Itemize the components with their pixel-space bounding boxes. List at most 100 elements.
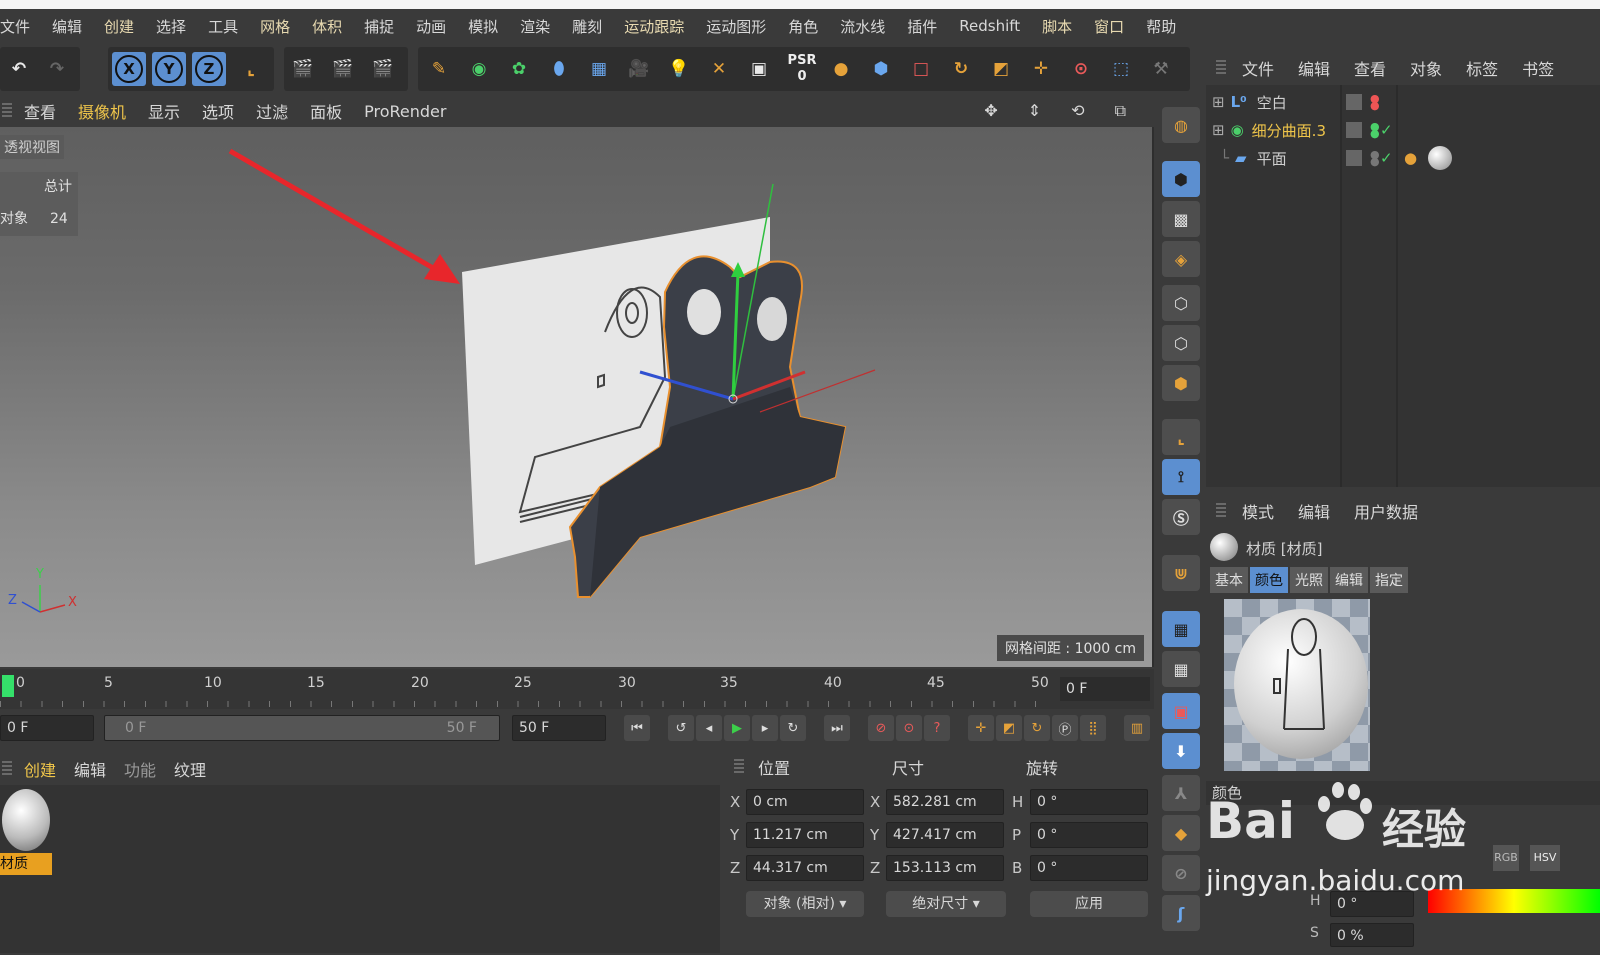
next-frame-icon[interactable]: ▸ (752, 715, 778, 741)
x-axis-lock-button[interactable]: X (112, 52, 146, 86)
import-icon[interactable]: ⬇ (1162, 733, 1200, 769)
light-icon[interactable]: 💡 (662, 52, 696, 86)
render-view-icon[interactable]: 🎬 (286, 52, 320, 86)
expand-icon[interactable]: ⊞ (1212, 121, 1225, 139)
xyz-swap-icon[interactable]: ● (824, 52, 858, 86)
snap-settings-icon[interactable]: ▦ (1162, 651, 1200, 687)
matmgr-menu-edit[interactable]: 编辑 (74, 757, 106, 781)
picture-viewer-icon[interactable]: ▣ (742, 52, 776, 86)
texture-mode-icon[interactable]: ▩ (1162, 201, 1200, 237)
hue-gradient-slider[interactable] (1428, 889, 1600, 913)
key-rotation-icon[interactable]: ↻ (1024, 715, 1050, 741)
coordinate-system-icon[interactable]: ⌞ (234, 52, 268, 86)
tweak-mode-icon[interactable]: ⟟ (1162, 459, 1200, 495)
menu-script[interactable]: 脚本 (1031, 16, 1083, 37)
key-position-icon[interactable]: ✛ (968, 715, 994, 741)
objmgr-menu-objects[interactable]: 对象 (1410, 56, 1442, 80)
workplane-icon[interactable]: ◈ (1162, 241, 1200, 277)
visibility-toggle-icon[interactable] (1346, 122, 1362, 138)
viewport-menu-options[interactable]: 选项 (202, 99, 234, 123)
apply-button[interactable]: 应用 (1030, 891, 1148, 917)
frame-range-slider[interactable]: 0 F 50 F (104, 715, 500, 741)
material-tool-icon[interactable]: ◆ (1162, 815, 1200, 851)
layer-icon[interactable]: ▣ (1162, 693, 1200, 729)
menu-sculpt[interactable]: 雕刻 (561, 16, 613, 37)
objmgr-menu-bookmarks[interactable]: 书签 (1522, 56, 1554, 80)
disabled-tool-icon[interactable]: ⚒ (1144, 52, 1178, 86)
size-mode-dropdown[interactable]: 绝对尺寸 ▾ (886, 891, 1006, 917)
collapse-icon[interactable]: ✕ (702, 52, 736, 86)
edges-mode-icon[interactable]: ⬡ (1162, 325, 1200, 361)
current-frame-field[interactable]: 0 F (1060, 677, 1150, 701)
menu-plugins[interactable]: 插件 (896, 16, 948, 37)
viewport-menu-prorender[interactable]: ProRender (364, 102, 446, 121)
menu-edit[interactable]: 编辑 (41, 16, 93, 37)
enabled-check-icon[interactable]: ✓ (1380, 149, 1393, 167)
key-scale-icon[interactable]: ◩ (996, 715, 1022, 741)
visibility-dots-icon[interactable]: ● ● (1370, 121, 1380, 139)
disabled-circle-icon[interactable]: ⊘ (1162, 855, 1200, 891)
render-settings-icon[interactable]: 🎬 (366, 52, 400, 86)
start-frame-field[interactable]: 0 F (0, 715, 94, 741)
points-mode-icon[interactable]: ⬡ (1162, 285, 1200, 321)
z-axis-lock-button[interactable]: Z (192, 52, 226, 86)
rotate-icon[interactable]: ↻ (944, 52, 978, 86)
menu-render[interactable]: 渲染 (509, 16, 561, 37)
pos-x-field[interactable]: 0 cm (746, 789, 864, 815)
menu-mograph[interactable]: 运动图形 (695, 16, 777, 37)
autokey-icon[interactable]: ⊙ (896, 715, 922, 741)
undo-icon[interactable]: ↶ (2, 52, 36, 86)
visibility-toggle-icon[interactable] (1346, 150, 1362, 166)
previous-frame-icon[interactable]: ◂ (696, 715, 722, 741)
perspective-viewport[interactable]: Y Z X 透视视图 总计 对象 24 网格间距 : 1000 cm (0, 127, 1154, 667)
tab-editor[interactable]: 编辑 (1330, 567, 1368, 593)
key-pla-icon[interactable]: ⣿ (1080, 715, 1106, 741)
object-name[interactable]: 空白 (1257, 92, 1287, 113)
goto-start-icon[interactable]: ⏮ (624, 715, 650, 741)
cloner-icon[interactable]: ✿ (502, 52, 536, 86)
viewport-menu-view[interactable]: 查看 (24, 99, 56, 123)
menu-select[interactable]: 选择 (145, 16, 197, 37)
menu-tools[interactable]: 工具 (197, 16, 249, 37)
snap-icon[interactable]: ⋓ (1162, 555, 1200, 591)
viewport-menu-camera[interactable]: 摄像机 (78, 99, 126, 123)
play-icon[interactable]: ▶ (724, 715, 750, 741)
pen-icon[interactable]: ✎ (422, 52, 456, 86)
matmgr-menu-function[interactable]: 功能 (124, 757, 156, 781)
rot-p-field[interactable]: 0 ° (1030, 822, 1148, 848)
object-name[interactable]: 平面 (1257, 148, 1287, 169)
menu-create[interactable]: 创建 (93, 16, 145, 37)
keyframe-selection-icon[interactable]: ? (924, 715, 950, 741)
menu-help[interactable]: 帮助 (1135, 16, 1187, 37)
selection-icon[interactable]: □ (904, 52, 938, 86)
viewport-pan-icon[interactable]: ✥ (984, 101, 997, 121)
cube-icon[interactable]: ⬢ (864, 52, 898, 86)
render-picture-viewer-icon[interactable]: 🎬 (326, 52, 360, 86)
attrmgr-menu-mode[interactable]: 模式 (1242, 499, 1274, 523)
size-x-field[interactable]: 582.281 cm (886, 789, 1004, 815)
saturation-field[interactable]: 0 % (1330, 923, 1414, 947)
timeline-ruler[interactable]: 0 5 10 15 20 25 30 35 40 45 50 0 F (0, 669, 1154, 709)
menu-volume[interactable]: 体积 (301, 16, 353, 37)
menu-window[interactable]: 窗口 (1083, 16, 1135, 37)
objmgr-menu-view[interactable]: 查看 (1354, 56, 1386, 80)
material-swatch-label[interactable]: 材质 (0, 853, 52, 875)
visibility-dots-icon[interactable]: ● ● (1370, 149, 1380, 167)
attrmgr-menu-userdata[interactable]: 用户数据 (1354, 499, 1418, 523)
tab-illumination[interactable]: 光照 (1290, 567, 1328, 593)
tab-assign[interactable]: 指定 (1370, 567, 1408, 593)
object-row-plane[interactable]: └ ▰ 平面 ● ● ✓ ● (1206, 144, 1600, 172)
move-icon[interactable]: ✛ (1024, 52, 1058, 86)
camera-icon[interactable]: 🎥 (622, 52, 656, 86)
hsv-mode-button[interactable]: HSV (1530, 845, 1560, 871)
solo-mode-icon[interactable]: Ⓢ (1162, 499, 1200, 535)
menu-file[interactable]: 文件 (0, 16, 41, 37)
rot-h-field[interactable]: 0 ° (1030, 789, 1148, 815)
render-preview-icon[interactable]: ◍ (1162, 107, 1200, 143)
menu-animate[interactable]: 动画 (405, 16, 457, 37)
rect-select-icon[interactable]: ⬚ (1104, 52, 1138, 86)
viewport-menu-panel[interactable]: 面板 (310, 99, 342, 123)
tab-basic[interactable]: 基本 (1210, 567, 1248, 593)
expand-icon[interactable]: ⊞ (1212, 93, 1225, 111)
viewport-menu-filter[interactable]: 过滤 (256, 99, 288, 123)
